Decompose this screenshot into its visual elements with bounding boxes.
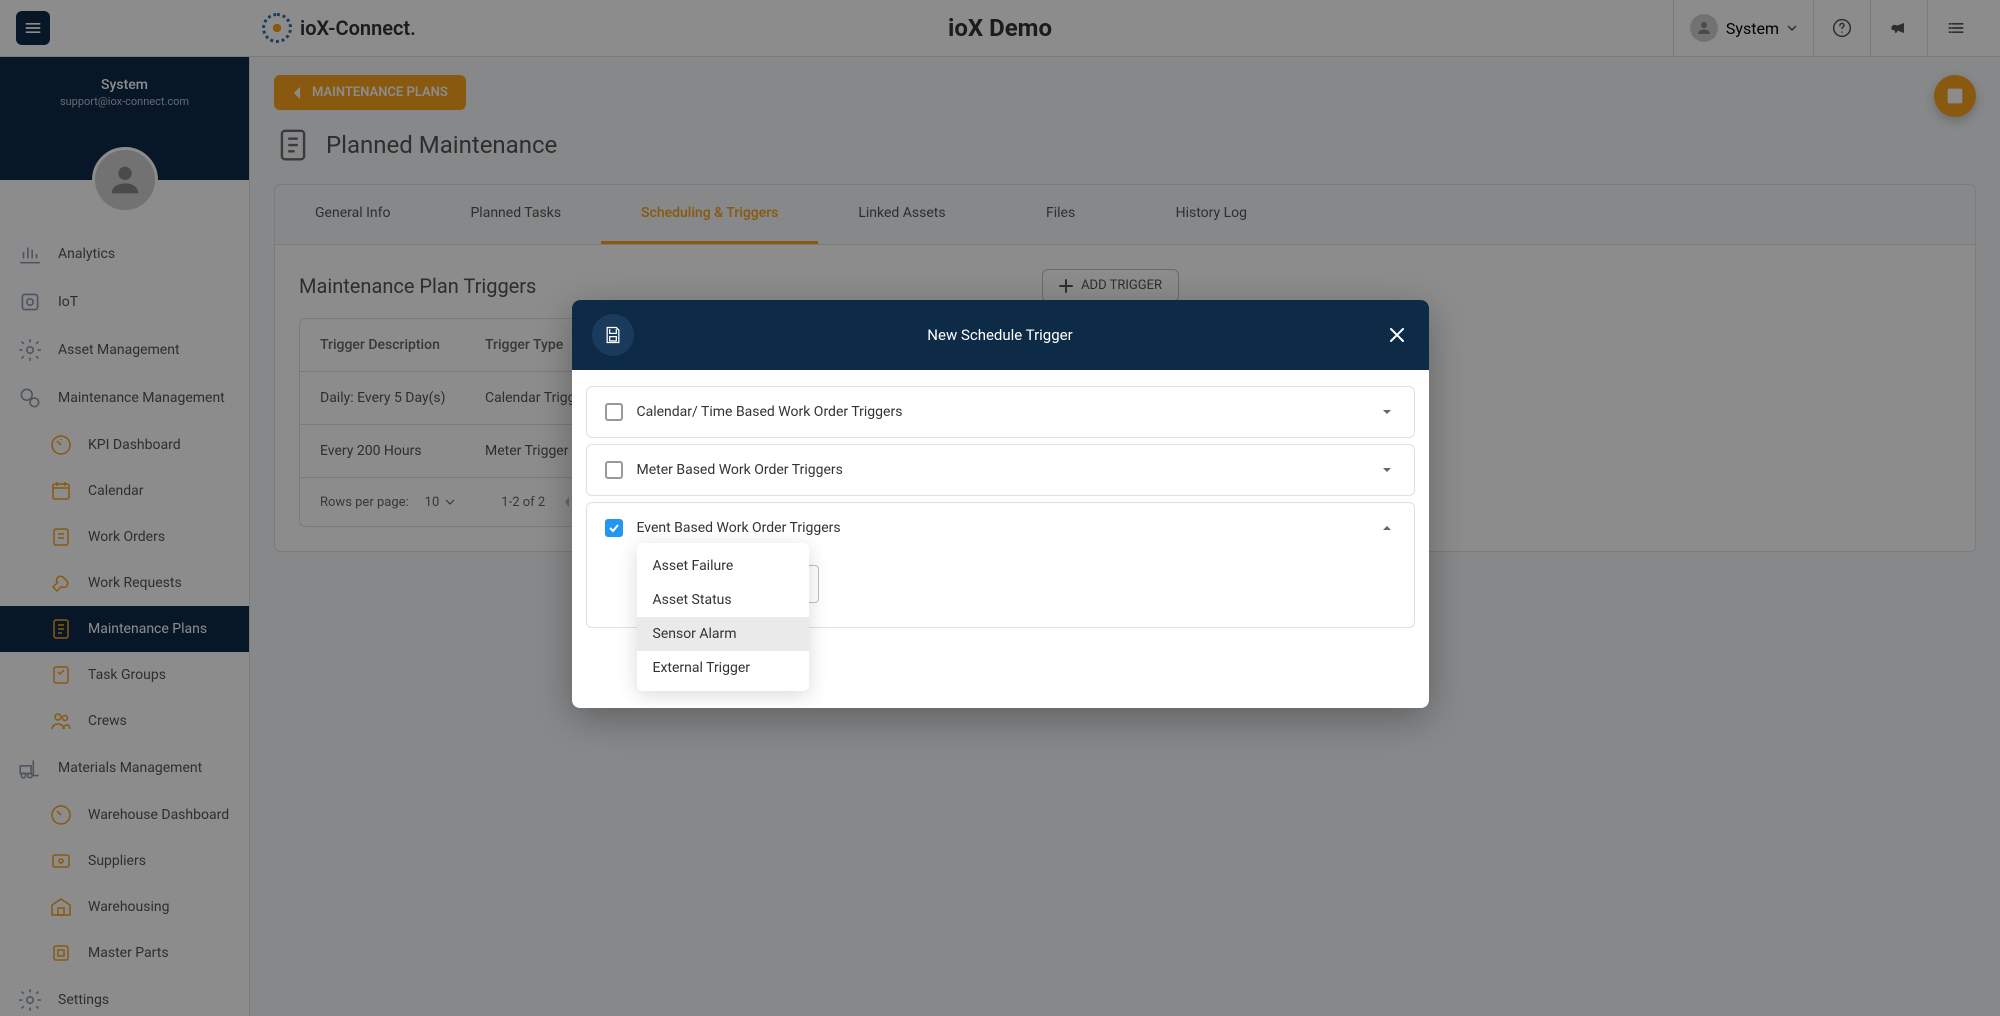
accordion-header[interactable]: Calendar/ Time Based Work Order Triggers	[587, 387, 1414, 437]
close-icon	[1388, 326, 1406, 344]
dropdown-option-asset-failure[interactable]: Asset Failure	[637, 549, 809, 583]
new-schedule-trigger-modal: New Schedule Trigger Calendar/ Time Base…	[572, 300, 1429, 708]
accordion-checkbox[interactable]	[605, 519, 623, 537]
accordion-checkbox[interactable]	[605, 461, 623, 479]
accordion-header[interactable]: Meter Based Work Order Triggers	[587, 445, 1414, 495]
modal-save-button[interactable]	[592, 314, 634, 356]
accordion-calendar-triggers: Calendar/ Time Based Work Order Triggers	[586, 386, 1415, 438]
check-icon	[608, 522, 620, 534]
chevron-down-icon	[1380, 462, 1396, 478]
modal-body: Calendar/ Time Based Work Order Triggers…	[572, 370, 1429, 708]
dropdown-option-asset-status[interactable]: Asset Status	[637, 583, 809, 617]
chevron-up-icon	[1380, 520, 1396, 536]
dropdown-option-sensor-alarm[interactable]: Sensor Alarm	[637, 617, 809, 651]
chevron-down-icon	[1380, 404, 1396, 420]
accordion-label: Meter Based Work Order Triggers	[637, 462, 1366, 478]
modal-title: New Schedule Trigger	[927, 326, 1072, 344]
modal-close-button[interactable]	[1385, 323, 1409, 347]
trigger-type-dropdown: Asset Failure Asset Status Sensor Alarm …	[637, 543, 809, 691]
accordion-label: Event Based Work Order Triggers	[637, 520, 1366, 536]
dropdown-option-external-trigger[interactable]: External Trigger	[637, 651, 809, 685]
modal-overlay[interactable]: New Schedule Trigger Calendar/ Time Base…	[0, 0, 2000, 1016]
modal-header: New Schedule Trigger	[572, 300, 1429, 370]
accordion-label: Calendar/ Time Based Work Order Triggers	[637, 404, 1366, 420]
accordion-event-triggers: Event Based Work Order Triggers Select T…	[586, 502, 1415, 628]
accordion-checkbox[interactable]	[605, 403, 623, 421]
save-icon	[603, 325, 623, 345]
accordion-meter-triggers: Meter Based Work Order Triggers	[586, 444, 1415, 496]
